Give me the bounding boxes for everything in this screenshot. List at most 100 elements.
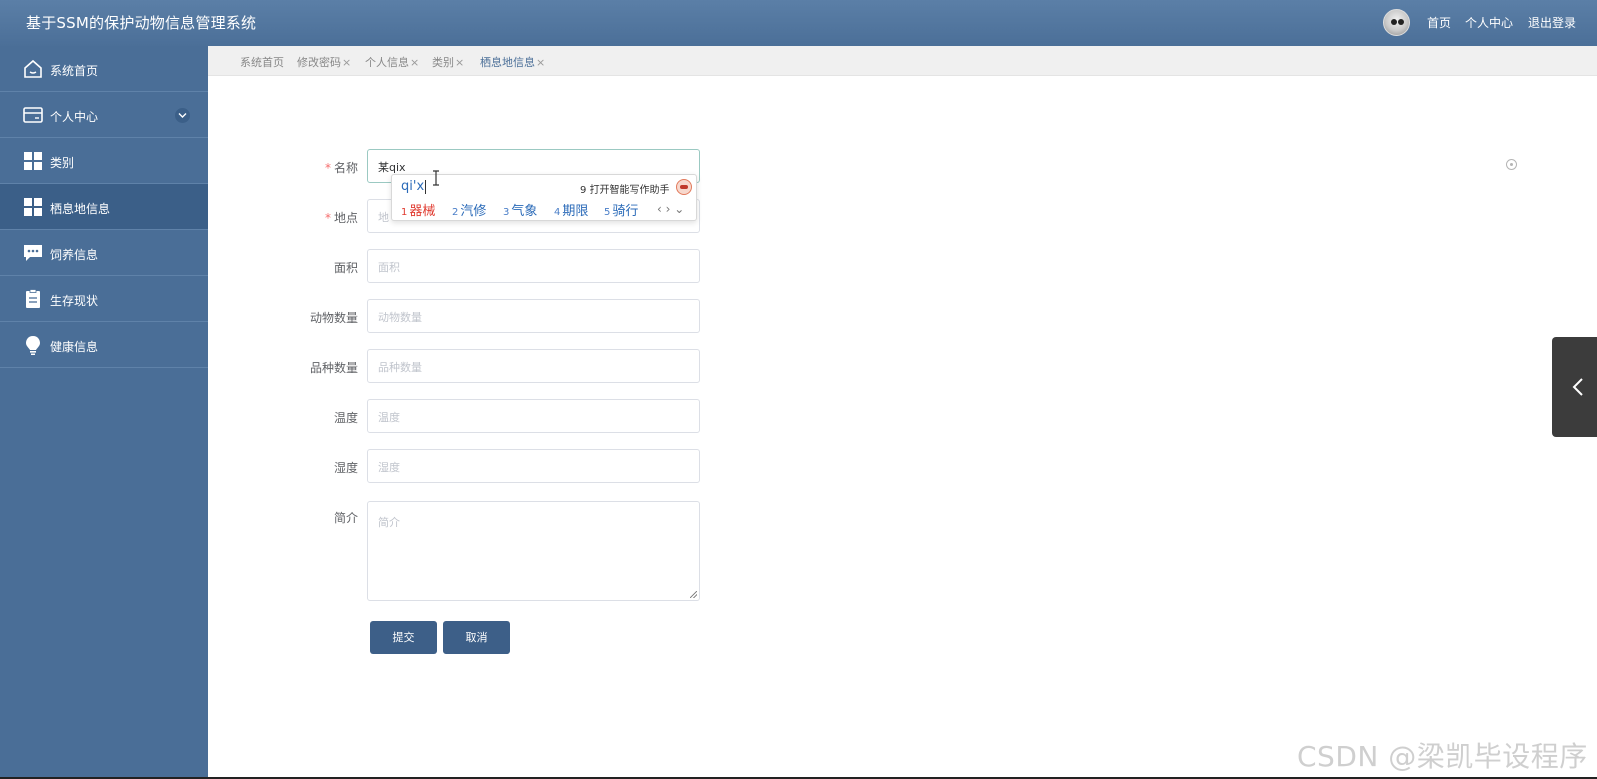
tab-change-password[interactable]: 修改密码×: [297, 54, 351, 70]
humidity-input[interactable]: 湿度: [367, 449, 700, 483]
avatar[interactable]: [1383, 9, 1410, 36]
tab-personal-info[interactable]: 个人信息×: [365, 54, 419, 70]
sidebar-item-habitat[interactable]: 栖息地信息: [0, 184, 208, 230]
species-count-label: 品种数量: [309, 361, 358, 375]
nav-home-link[interactable]: 首页: [1427, 14, 1451, 31]
clipboard-icon: [26, 289, 40, 308]
ime-assistant-option[interactable]: 9 打开智能写作助手: [580, 181, 670, 196]
ime-candidate-text: 期限: [562, 204, 589, 219]
sidebar-item-home[interactable]: 系统首页: [0, 46, 208, 92]
ime-candidate-text: 气象: [511, 204, 538, 219]
close-icon[interactable]: ×: [342, 56, 351, 69]
cancel-button[interactable]: 取消: [443, 621, 510, 654]
ime-candidate-text: 骑行: [612, 204, 639, 219]
ime-candidate[interactable]: 4 期限: [554, 200, 588, 219]
close-icon[interactable]: ×: [410, 56, 419, 69]
ime-candidate-num: 5: [604, 207, 611, 218]
animal-count-label: 动物数量: [309, 311, 358, 325]
label-text: 地点: [333, 211, 358, 225]
tab-category[interactable]: 类别×: [432, 54, 464, 70]
humidity-placeholder: 湿度: [378, 461, 400, 474]
ime-candidate-text: 器械: [409, 204, 436, 219]
tab-bar: 系统首页 修改密码× 个人信息× 类别× 栖息地信息×: [208, 46, 1597, 76]
text-caret: [425, 179, 427, 194]
resize-grip-icon[interactable]: [690, 591, 697, 598]
name-label: * 名称: [268, 159, 358, 176]
intro-placeholder: 简介: [378, 516, 400, 529]
ime-candidate-num: 1: [401, 207, 408, 218]
name-input-value: 某qix: [378, 161, 406, 174]
area-placeholder: 面积: [378, 261, 400, 274]
humidity-label: 湿度: [333, 461, 358, 475]
close-icon[interactable]: ×: [536, 56, 545, 69]
animal-count-input[interactable]: 动物数量: [367, 299, 700, 333]
chevron-down-icon[interactable]: [175, 108, 190, 123]
tab-label: 修改密码: [297, 56, 341, 69]
sidebar-item-label: 系统首页: [50, 64, 99, 78]
sidebar-item-label: 个人中心: [50, 110, 99, 124]
tab-label: 个人信息: [365, 56, 409, 69]
sidebar-item-label: 生存现状: [50, 294, 99, 308]
tab-habitat[interactable]: 栖息地信息×: [480, 54, 545, 70]
nav-profile-link[interactable]: 个人中心: [1465, 14, 1513, 31]
circle-close-icon[interactable]: [1506, 159, 1517, 170]
nav-logout-link[interactable]: 退出登录: [1528, 14, 1576, 31]
assistant-logo-icon[interactable]: [676, 179, 692, 195]
sidebar-item-label: 类别: [50, 156, 75, 170]
tab-label: 类别: [432, 56, 454, 69]
intro-label: 简介: [333, 511, 358, 525]
required-mark: *: [324, 161, 331, 175]
bulb-icon: [26, 336, 40, 355]
ime-candidate-num: 4: [554, 207, 561, 218]
submit-button[interactable]: 提交: [370, 621, 437, 654]
intro-textarea[interactable]: 简介: [367, 501, 700, 601]
sidebar-item-survival-status[interactable]: 生存现状: [0, 276, 208, 322]
tab-label: 栖息地信息: [480, 56, 535, 69]
ime-candidate[interactable]: 2 汽修: [452, 200, 486, 219]
watermark: CSDN @梁凯毕设程序: [1297, 740, 1588, 773]
ime-composition: qi'x: [401, 179, 427, 194]
sidebar-item-label: 健康信息: [50, 340, 99, 354]
sidebar-item-health[interactable]: 健康信息: [0, 322, 208, 368]
app-title: 基于SSM的保护动物信息管理系统: [26, 14, 257, 32]
chat-icon: [24, 245, 42, 261]
sidebar-item-label: 栖息地信息: [50, 202, 111, 216]
avatar-eye-right: [1398, 19, 1404, 25]
ime-assistant-text: 打开智能写作助手: [589, 185, 670, 196]
ime-composition-text: qi'x: [401, 179, 425, 194]
area-input[interactable]: 面积: [367, 249, 700, 283]
sidebar: 系统首页 个人中心 类别 栖息地信息 饲养信息 生存现状 健康信息: [0, 46, 208, 779]
sidebar-item-personal-center[interactable]: 个人中心: [0, 92, 208, 138]
sidebar-item-feeding[interactable]: 饲养信息: [0, 230, 208, 276]
temperature-label: 温度: [333, 411, 358, 425]
side-panel-toggle[interactable]: [1552, 337, 1597, 437]
close-icon[interactable]: ×: [455, 56, 464, 69]
ime-candidate[interactable]: 1 器械: [401, 200, 435, 219]
temperature-placeholder: 温度: [378, 411, 400, 424]
tab-home[interactable]: 系统首页: [240, 54, 284, 70]
sidebar-item-category[interactable]: 类别: [0, 138, 208, 184]
required-mark: *: [324, 211, 331, 225]
top-header: 基于SSM的保护动物信息管理系统 首页 个人中心 退出登录: [0, 0, 1597, 46]
chevron-left-icon: [1572, 378, 1583, 396]
ime-candidate[interactable]: 3 气象: [503, 200, 537, 219]
label-text: 名称: [333, 161, 358, 175]
ime-candidate-num: 3: [503, 207, 510, 218]
sidebar-item-label: 饲养信息: [50, 248, 99, 262]
species-count-input[interactable]: 品种数量: [367, 349, 700, 383]
location-label: * 地点: [268, 209, 358, 226]
text-cursor-icon: [433, 170, 439, 186]
ime-assistant-num: 9: [580, 185, 587, 196]
location-placeholder: 地: [378, 211, 389, 224]
ime-page-arrows[interactable]: ‹ › ⌄: [657, 202, 684, 216]
animal-count-placeholder: 动物数量: [378, 311, 422, 324]
ime-candidate[interactable]: 5 骑行: [604, 200, 638, 219]
grid-icon: [24, 198, 42, 216]
ime-candidate-num: 2: [452, 207, 459, 218]
area-label: 面积: [333, 261, 358, 275]
wallet-icon: [23, 107, 43, 123]
home-icon: [24, 59, 42, 78]
ime-candidate-text: 汽修: [460, 204, 487, 219]
temperature-input[interactable]: 温度: [367, 399, 700, 433]
tab-label: 系统首页: [240, 56, 284, 69]
